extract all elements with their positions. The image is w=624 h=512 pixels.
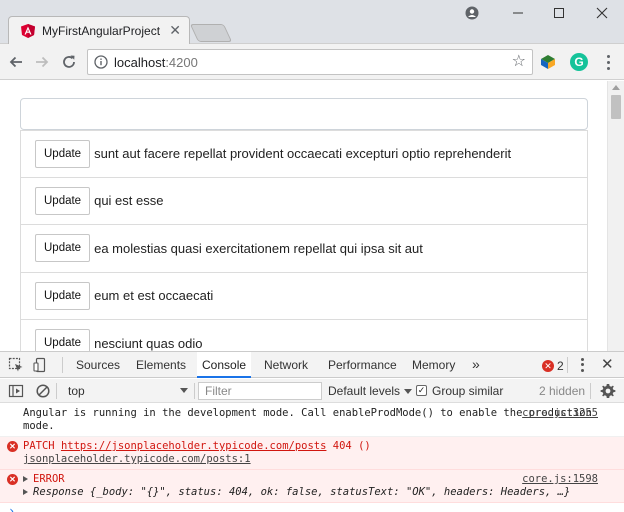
- post-list: Update sunt aut facere repellat providen…: [20, 130, 588, 351]
- error-icon: ✕: [7, 474, 18, 485]
- info-icon[interactable]: [94, 55, 108, 69]
- console-error: ✕ ERROR core.js:1598 Response {_body: "{…: [0, 470, 624, 503]
- url-host: localhost: [114, 55, 166, 70]
- divider: [62, 357, 63, 373]
- new-tab-button[interactable]: [189, 24, 233, 42]
- angular-icon: [21, 24, 35, 38]
- group-similar-checkbox[interactable]: ✓: [416, 385, 427, 396]
- url-port: :4200: [165, 55, 198, 70]
- update-button[interactable]: Update: [35, 139, 91, 168]
- tab-sources[interactable]: Sources: [76, 352, 120, 378]
- title-bar: MyFirstAngularProject ✕: [0, 0, 624, 44]
- tab-elements[interactable]: Elements: [136, 352, 186, 378]
- inspect-element-icon[interactable]: [8, 357, 24, 373]
- source-link[interactable]: core.js:3255: [522, 407, 598, 420]
- clear-console-icon[interactable]: [35, 383, 51, 399]
- back-arrow-icon[interactable]: [6, 52, 26, 72]
- expand-triangle-icon[interactable]: [23, 486, 33, 498]
- console-error: ✕ PATCH https://jsonplaceholder.typicode…: [0, 437, 624, 470]
- post-title: eum et est occaecati: [94, 288, 214, 304]
- error-icon: ✕: [542, 360, 554, 372]
- source-link[interactable]: jsonplaceholder.typicode.com/posts:1: [23, 453, 251, 465]
- divider: [567, 357, 568, 373]
- maximize-icon[interactable]: [545, 3, 573, 23]
- tab-console[interactable]: Console: [197, 352, 252, 378]
- post-title: ea molestias quasi exercitationem repell…: [94, 240, 423, 256]
- more-tabs-icon[interactable]: »: [472, 352, 480, 378]
- chevron-down-icon: [404, 389, 413, 395]
- post-title-input[interactable]: [20, 98, 588, 130]
- console-filter-bar: top Default levels ✓ Group similar 2 hid…: [0, 379, 624, 403]
- browser-tab[interactable]: MyFirstAngularProject ✕: [8, 16, 190, 44]
- page-viewport: Update sunt aut facere repellat providen…: [0, 81, 624, 351]
- divider: [56, 383, 57, 399]
- minimize-icon[interactable]: [504, 3, 532, 23]
- error-count: 2: [557, 359, 564, 373]
- console-filter-input[interactable]: [198, 382, 322, 400]
- tab-title: MyFirstAngularProject: [42, 24, 161, 38]
- update-button[interactable]: Update: [35, 186, 91, 215]
- devtools-menu-icon[interactable]: [578, 357, 586, 373]
- list-item: Update qui est esse: [20, 177, 588, 225]
- tab-close-icon[interactable]: ✕: [169, 22, 181, 38]
- prompt-chevron-icon: ›: [8, 504, 16, 512]
- log-levels-label: Default levels: [328, 384, 401, 398]
- browser-toolbar: localhost:4200 ☆ G: [0, 44, 624, 80]
- console-output: Angular is running in the development mo…: [0, 404, 624, 512]
- post-title: nesciunt quas odio: [94, 335, 203, 351]
- gear-icon[interactable]: [600, 383, 616, 399]
- divider: [590, 383, 591, 399]
- hidden-count: 2 hidden: [539, 384, 586, 398]
- bookmark-star-icon[interactable]: ☆: [512, 53, 526, 71]
- log-text: Angular is running in the development mo…: [23, 407, 592, 432]
- profile-icon[interactable]: [458, 3, 486, 23]
- tab-network[interactable]: Network: [264, 352, 308, 378]
- list-item: Update sunt aut facere repellat providen…: [20, 130, 588, 178]
- console-prompt[interactable]: ›: [0, 503, 624, 512]
- group-similar-label: Group similar: [432, 384, 504, 398]
- post-title: qui est esse: [94, 193, 164, 209]
- error-icon: ✕: [7, 441, 18, 452]
- context-value: top: [68, 384, 85, 398]
- url-text: localhost:4200: [114, 55, 198, 70]
- update-button[interactable]: Update: [35, 281, 91, 310]
- devtools-panel: Sources Elements Console Network Perform…: [0, 351, 624, 512]
- error-counter[interactable]: ✕ 2: [542, 359, 564, 373]
- scrollbar-thumb[interactable]: [611, 95, 621, 119]
- list-item: Update nesciunt quas odio: [20, 320, 588, 351]
- browser-menu-icon[interactable]: [601, 53, 615, 71]
- source-link[interactable]: core.js:1598: [522, 473, 598, 486]
- window-close-icon[interactable]: [588, 3, 616, 23]
- tab-performance[interactable]: Performance: [328, 352, 397, 378]
- device-toolbar-icon[interactable]: [33, 357, 49, 373]
- http-method: PATCH: [23, 440, 55, 452]
- page-scrollbar[interactable]: [607, 81, 624, 351]
- reload-icon[interactable]: [59, 52, 79, 72]
- list-item: Update ea molestias quasi exercitationem…: [20, 225, 588, 273]
- devtools-close-icon[interactable]: ✕: [601, 356, 614, 374]
- extension-icon[interactable]: [540, 54, 556, 70]
- update-button[interactable]: Update: [35, 234, 91, 263]
- response-text: Response {_body: "{}", status: 404, ok: …: [33, 486, 571, 498]
- devtools-tabbar: Sources Elements Console Network Perform…: [0, 352, 624, 378]
- chevron-down-icon: [180, 388, 188, 393]
- log-levels-dropdown[interactable]: Default levels: [328, 382, 413, 400]
- list-item: Update eum et est occaecati: [20, 272, 588, 320]
- tab-memory[interactable]: Memory: [412, 352, 455, 378]
- http-status: 404 (): [332, 440, 371, 452]
- forward-arrow-icon[interactable]: [32, 52, 52, 72]
- context-select[interactable]: top: [62, 382, 192, 400]
- response-object[interactable]: Response {_body: "{}", status: 404, ok: …: [23, 486, 618, 499]
- console-message: Angular is running in the development mo…: [0, 404, 624, 437]
- divider: [194, 383, 195, 399]
- update-button[interactable]: Update: [35, 329, 91, 351]
- scroll-up-arrow-icon[interactable]: [612, 85, 620, 90]
- address-bar[interactable]: localhost:4200 ☆: [87, 49, 533, 75]
- grammarly-icon[interactable]: G: [570, 53, 588, 71]
- post-title: sunt aut facere repellat provident occae…: [94, 146, 512, 162]
- show-sidebar-icon[interactable]: [8, 383, 24, 399]
- request-url[interactable]: https://jsonplaceholder.typicode.com/pos…: [61, 440, 327, 452]
- error-label: ERROR: [33, 473, 65, 485]
- expand-triangle-icon[interactable]: [23, 473, 33, 485]
